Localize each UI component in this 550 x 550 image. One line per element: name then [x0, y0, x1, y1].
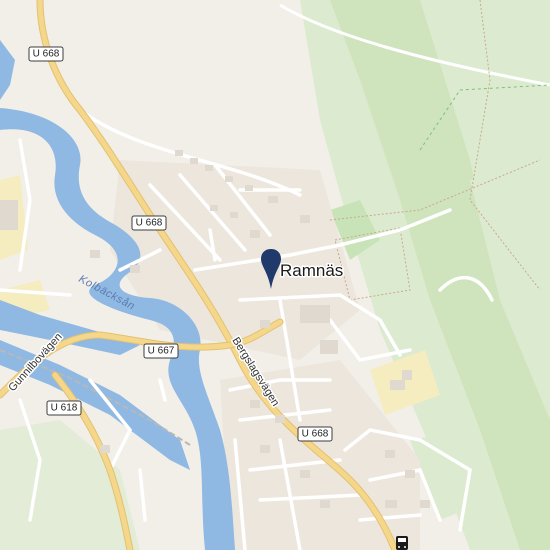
svg-text:U 668: U 668 — [302, 429, 329, 440]
map-canvas[interactable]: Bergslagsvägen Gunnilbovägen Kolbäcksån … — [0, 0, 550, 550]
svg-text:U 618: U 618 — [51, 403, 78, 414]
svg-text:U 668: U 668 — [33, 49, 60, 60]
route-shield-u667: U 667 — [143, 343, 179, 359]
svg-text:U 668: U 668 — [136, 218, 163, 229]
route-shield-u618: U 618 — [46, 400, 82, 416]
route-shield-u668-bottom: U 668 — [297, 426, 333, 442]
place-label: Ramnäs — [280, 261, 343, 280]
map-svg: Bergslagsvägen Gunnilbovägen Kolbäcksån … — [0, 0, 550, 550]
route-shield-u668-mid: U 668 — [131, 215, 167, 231]
svg-text:U 667: U 667 — [148, 346, 175, 357]
bus-stop-icon[interactable] — [396, 536, 408, 550]
route-shield-u668-top: U 668 — [28, 46, 64, 62]
